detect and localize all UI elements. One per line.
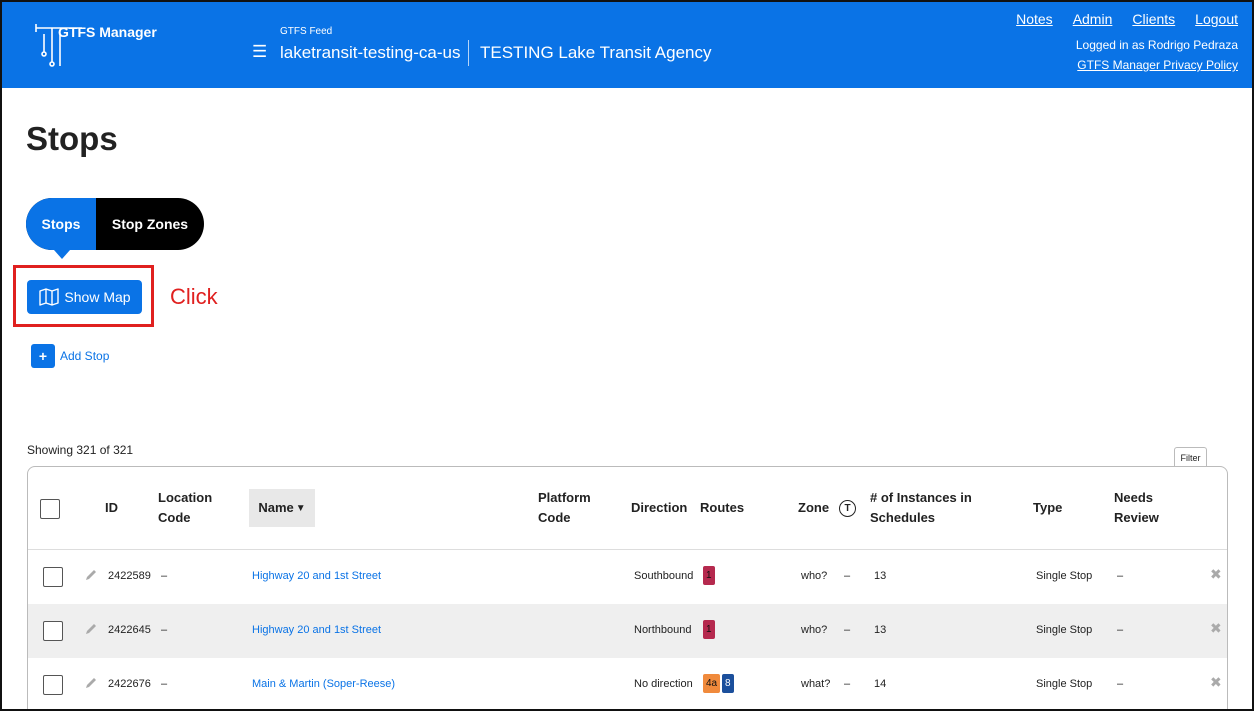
stop-name-link[interactable]: Highway 20 and 1st Street — [252, 570, 381, 582]
col-location-code-line1[interactable]: Location — [158, 488, 212, 508]
pencil-icon[interactable] — [84, 622, 98, 636]
transit-zone-icon: T — [839, 500, 856, 517]
route-badge[interactable]: 1 — [703, 620, 715, 639]
row-checkbox[interactable] — [43, 675, 63, 695]
top-nav-links: Notes Admin Clients Logout — [1016, 11, 1238, 27]
stop-id: 2422676 — [108, 678, 151, 690]
stops-tabs: Stops Stop Zones — [26, 198, 204, 259]
route-badge[interactable]: 1 — [703, 566, 715, 585]
needs-review: – — [1117, 624, 1124, 636]
zone-extra: – — [844, 678, 851, 690]
col-id[interactable]: ID — [105, 498, 118, 518]
sort-down-icon: ▼ — [295, 502, 306, 514]
logged-in-text: Logged in as Rodrigo Pedraza — [1075, 38, 1238, 52]
location-code: – — [161, 678, 168, 690]
app-frame: GTFS Manager ☰ GTFS Feed laketransit-tes… — [0, 0, 1254, 711]
tab-stops[interactable]: Stops — [26, 198, 96, 259]
col-zone[interactable]: Zone — [798, 498, 829, 518]
direction: Northbound — [634, 624, 692, 636]
stop-type: Single Stop — [1036, 624, 1093, 636]
col-instances-line2: Schedules — [870, 510, 936, 525]
delete-icon[interactable]: ✖ — [1210, 674, 1222, 691]
col-needs-review-line2: Review — [1114, 510, 1159, 525]
zone: what? — [801, 678, 831, 690]
show-map-button[interactable]: Show Map — [27, 280, 142, 314]
row-checkbox[interactable] — [43, 621, 63, 641]
col-name-sort[interactable]: Name ▼ — [249, 489, 315, 527]
direction: No direction — [634, 678, 693, 690]
stop-name-link[interactable]: Main & Martin (Soper-Reese) — [252, 678, 395, 690]
pencil-icon[interactable] — [84, 676, 98, 690]
col-type[interactable]: Type — [1033, 498, 1062, 518]
add-stop-button[interactable]: + Add Stop — [31, 344, 109, 368]
location-code: – — [161, 624, 168, 636]
feed-name[interactable]: laketransit-testing-ca-us — [280, 43, 460, 63]
needs-review: – — [1117, 678, 1124, 690]
top-header: GTFS Manager ☰ GTFS Feed laketransit-tes… — [2, 2, 1252, 88]
agency-name: TESTING Lake Transit Agency — [480, 43, 712, 62]
table-row: 2422676 – Main & Martin (Soper-Reese) No… — [28, 658, 1227, 709]
stop-type: Single Stop — [1036, 570, 1093, 582]
results-count: Showing 321 of 321 — [27, 443, 134, 457]
map-icon — [39, 288, 60, 306]
header-divider — [468, 40, 469, 66]
route-badge[interactable]: 8 — [722, 674, 734, 693]
zone-extra: – — [844, 624, 851, 636]
plus-icon: + — [31, 344, 55, 368]
instances-count: 13 — [874, 570, 887, 582]
select-all-checkbox[interactable] — [40, 499, 60, 519]
filter-button[interactable]: Filter — [1174, 447, 1207, 467]
location-code: – — [161, 570, 168, 582]
hamburger-icon[interactable]: ☰ — [252, 42, 267, 62]
col-platform-code-line1[interactable]: Platform — [538, 488, 591, 508]
col-location-code-line2: Code — [158, 510, 191, 525]
delete-icon[interactable]: ✖ — [1210, 566, 1222, 583]
col-routes[interactable]: Routes — [700, 498, 744, 518]
zone: who? — [801, 624, 828, 636]
zone: who? — [801, 570, 828, 582]
table-row: 2422589 – Highway 20 and 1st Street Sout… — [28, 550, 1227, 604]
admin-link[interactable]: Admin — [1073, 11, 1113, 27]
feed-label: GTFS Feed — [280, 26, 333, 37]
click-annotation: Click — [170, 284, 218, 309]
stop-type: Single Stop — [1036, 678, 1093, 690]
col-platform-code-line2: Code — [538, 510, 571, 525]
table-header: ID Location Code Name ▼ Platform Code Di… — [28, 467, 1227, 550]
col-instances-line1[interactable]: # of Instances in — [870, 488, 972, 508]
needs-review: – — [1117, 570, 1124, 582]
row-checkbox[interactable] — [43, 567, 63, 587]
route-badge[interactable]: 4a — [703, 674, 721, 693]
logo-text: GTFS Manager — [58, 24, 157, 40]
direction: Southbound — [634, 570, 694, 582]
clients-link[interactable]: Clients — [1132, 11, 1175, 27]
stop-id: 2422589 — [108, 570, 151, 582]
col-direction[interactable]: Direction — [631, 498, 687, 518]
zone-extra: – — [844, 570, 851, 582]
table-row: 2422645 – Highway 20 and 1st Street Nort… — [28, 604, 1227, 658]
instances-count: 14 — [874, 678, 887, 690]
show-map-label: Show Map — [64, 289, 131, 305]
stops-table: ID Location Code Name ▼ Platform Code Di… — [27, 466, 1228, 709]
stop-name-link[interactable]: Highway 20 and 1st Street — [252, 624, 381, 636]
delete-icon[interactable]: ✖ — [1210, 620, 1222, 637]
col-name: Name — [258, 500, 294, 515]
logout-link[interactable]: Logout — [1195, 11, 1238, 27]
privacy-policy-link[interactable]: GTFS Manager Privacy Policy — [1077, 58, 1238, 72]
stop-id: 2422645 — [108, 624, 151, 636]
page-title: Stops — [26, 120, 118, 157]
instances-count: 13 — [874, 624, 887, 636]
notes-link[interactable]: Notes — [1016, 11, 1053, 27]
pencil-icon[interactable] — [84, 568, 98, 582]
add-stop-label: Add Stop — [60, 349, 110, 363]
col-needs-review-line1[interactable]: Needs — [1114, 488, 1153, 508]
tab-stop-zones[interactable]: Stop Zones — [96, 198, 204, 250]
